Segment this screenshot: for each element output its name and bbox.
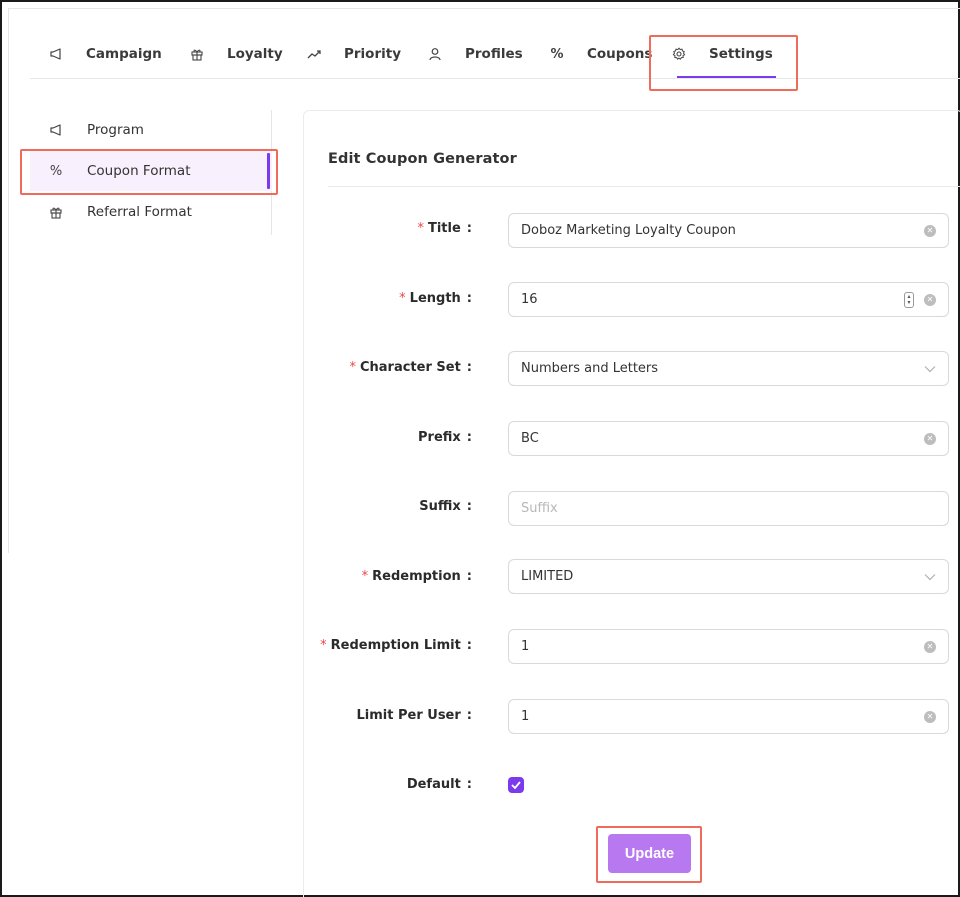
colon: : xyxy=(466,221,472,236)
required-mark: * xyxy=(399,291,406,306)
tab-label: Loyalty xyxy=(227,46,283,62)
prefix-label: Prefix: xyxy=(212,430,472,445)
gift-icon xyxy=(189,46,205,62)
chevron-down-icon xyxy=(924,570,936,584)
stepper-icon[interactable]: ▴ ▾ xyxy=(904,291,914,308)
clear-icon[interactable]: ✕ xyxy=(924,640,936,653)
clear-icon[interactable]: ✕ xyxy=(924,710,936,723)
sidebar-item-label: Referral Format xyxy=(87,204,192,220)
label-text: Redemption xyxy=(372,569,461,584)
label-text: Limit Per User xyxy=(356,708,461,723)
sidebar-item-program[interactable]: Program xyxy=(30,110,272,150)
redemption-value: LIMITED xyxy=(521,569,574,584)
megaphone-icon xyxy=(48,46,64,62)
update-button-highlight xyxy=(596,826,702,883)
tab-label: Campaign xyxy=(86,46,162,62)
suffix-placeholder: Suffix xyxy=(521,501,558,516)
title-label: * Title: xyxy=(212,221,472,236)
suffix-label: Suffix: xyxy=(212,499,472,514)
label-text: Character Set xyxy=(359,360,461,375)
redemption-select[interactable]: LIMITED xyxy=(508,559,949,594)
settings-tab-highlight xyxy=(649,35,798,91)
redemption-limit-input[interactable]: 1 ✕ xyxy=(508,629,949,664)
limit-per-user-label: Limit Per User: xyxy=(212,708,473,723)
megaphone-icon xyxy=(48,123,64,137)
charset-select[interactable]: Numbers and Letters xyxy=(508,351,949,386)
tab-campaign[interactable]: Campaign xyxy=(48,30,162,78)
sidebar-item-label: Program xyxy=(87,122,144,138)
required-mark: * xyxy=(349,360,356,375)
clear-icon[interactable]: ✕ xyxy=(924,224,936,237)
colon: : xyxy=(466,638,472,653)
clear-icon[interactable]: ✕ xyxy=(924,293,936,306)
label-text: Suffix xyxy=(419,499,461,514)
tab-coupons[interactable]: % Coupons xyxy=(549,30,652,78)
limit-per-user-value: 1 xyxy=(521,709,530,724)
label-text: Prefix xyxy=(418,430,461,445)
top-nav: Campaign Loyalty Priority Profiles % Cou… xyxy=(30,30,960,79)
coupon-format-highlight xyxy=(20,149,278,195)
colon: : xyxy=(466,430,472,445)
label-text: Redemption Limit xyxy=(330,638,461,653)
colon: : xyxy=(466,569,472,584)
colon: : xyxy=(466,777,472,792)
checkmark-icon xyxy=(511,781,521,789)
redemption-label: * Redemption: xyxy=(212,569,472,584)
prefix-input[interactable]: BC ✕ xyxy=(508,421,949,456)
limit-per-user-input[interactable]: 1 ✕ xyxy=(508,699,949,734)
redemption-limit-label: * Redemption Limit: xyxy=(212,638,472,653)
user-icon xyxy=(427,46,443,62)
chevron-down-icon xyxy=(924,362,936,376)
tab-loyalty[interactable]: Loyalty xyxy=(189,30,283,78)
required-mark: * xyxy=(320,638,327,653)
charset-label: * Character Set: xyxy=(212,360,472,375)
colon: : xyxy=(466,360,472,375)
tab-label: Priority xyxy=(344,46,401,62)
label-text: Default xyxy=(406,777,461,792)
default-label: Default: xyxy=(212,777,472,792)
charset-value: Numbers and Letters xyxy=(521,361,659,376)
length-input[interactable]: 16 ▴ ▾ ✕ xyxy=(508,282,949,317)
redemption-limit-value: 1 xyxy=(521,639,530,654)
divider xyxy=(328,186,960,187)
trend-icon xyxy=(306,46,322,62)
left-edge-line xyxy=(8,8,9,553)
label-text: Title xyxy=(427,221,461,236)
length-value: 16 xyxy=(521,292,538,307)
label-text: Length xyxy=(409,291,461,306)
tab-priority[interactable]: Priority xyxy=(306,30,401,78)
tab-label: Coupons xyxy=(587,46,653,62)
tab-profiles[interactable]: Profiles xyxy=(427,30,523,78)
required-mark: * xyxy=(361,569,369,584)
percent-icon: % xyxy=(550,46,564,62)
tab-label: Profiles xyxy=(465,46,523,62)
edit-coupon-card: Edit Coupon Generator * Title: Doboz Mark… xyxy=(303,110,960,897)
top-edge-line xyxy=(8,8,960,9)
card-title: Edit Coupon Generator xyxy=(328,151,517,167)
colon: : xyxy=(466,499,472,514)
title-value: Doboz Marketing Loyalty Coupon xyxy=(521,223,736,238)
colon: : xyxy=(466,708,472,723)
gift-icon xyxy=(48,205,64,219)
default-checkbox[interactable] xyxy=(508,777,524,793)
clear-icon[interactable]: ✕ xyxy=(924,432,936,445)
colon: : xyxy=(466,291,472,306)
prefix-value: BC xyxy=(521,431,539,446)
suffix-input[interactable]: Suffix xyxy=(508,491,949,526)
length-label: * Length: xyxy=(212,291,472,306)
title-input[interactable]: Doboz Marketing Loyalty Coupon ✕ xyxy=(508,213,949,248)
required-mark: * xyxy=(417,221,424,236)
